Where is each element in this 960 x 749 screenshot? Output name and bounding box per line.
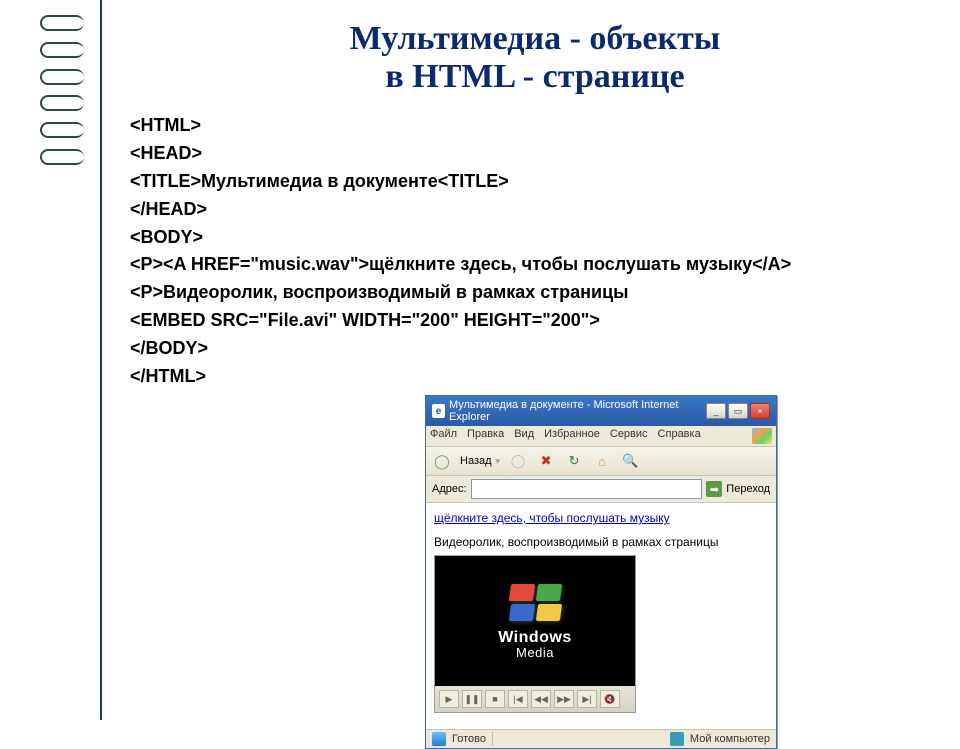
status-ready-text: Готово xyxy=(452,733,486,745)
menu-tools[interactable]: Сервис xyxy=(610,428,648,444)
title-line-2: в HTML - странице xyxy=(385,58,684,95)
pause-button[interactable]: ❚❚ xyxy=(462,690,482,708)
ie-titlebar[interactable]: e Мультимедиа в документе - Microsoft In… xyxy=(426,396,776,426)
status-zone-text: Мой компьютер xyxy=(690,733,770,745)
menu-edit[interactable]: Правка xyxy=(467,428,504,444)
wm-brand: Windows xyxy=(498,629,572,646)
dropdown-icon[interactable]: ▾ xyxy=(496,456,501,467)
go-label[interactable]: Переход xyxy=(726,483,770,495)
code-line: <TITLE>Мультимедиа в документе<TITLE> xyxy=(130,168,830,196)
stop-media-button[interactable]: ■ xyxy=(485,690,505,708)
wm-brand-sub: Media xyxy=(498,646,572,659)
code-line: <BODY> xyxy=(130,224,830,252)
status-ready-icon xyxy=(432,732,446,746)
ie-browser-window: e Мультимедиа в документе - Microsoft In… xyxy=(425,395,777,749)
address-input[interactable] xyxy=(471,479,703,499)
go-button-icon[interactable]: ➡ xyxy=(706,481,722,497)
stop-button[interactable]: ✖ xyxy=(536,451,556,471)
ie-page-content: щёлкните здесь, чтобы послушать музыку В… xyxy=(426,503,776,729)
address-label: Адрес: xyxy=(432,483,467,495)
ie-address-bar: Адрес: ➡ Переход xyxy=(426,476,776,503)
video-caption: Видеоролик, воспроизводимый в рамках стр… xyxy=(434,535,768,549)
refresh-button[interactable]: ↻ xyxy=(564,451,584,471)
close-button[interactable]: × xyxy=(750,403,770,419)
rewind-button[interactable]: ◀◀ xyxy=(531,690,551,708)
code-line: </HTML> xyxy=(130,363,830,391)
title-line-1: Мультимедиа - объекты xyxy=(350,20,721,57)
margin-rule xyxy=(100,0,102,720)
back-label[interactable]: Назад xyxy=(460,455,492,467)
back-button[interactable]: ◯ xyxy=(432,451,452,471)
next-button[interactable]: ▶| xyxy=(577,690,597,708)
html-code-listing: <HTML> <HEAD> <TITLE>Мультимедиа в докум… xyxy=(130,112,830,391)
ie-menubar: Файл Правка Вид Избранное Сервис Справка xyxy=(426,426,776,447)
minimize-button[interactable]: _ xyxy=(706,403,726,419)
music-link[interactable]: щёлкните здесь, чтобы послушать музыку xyxy=(434,511,768,525)
prev-button[interactable]: |◀ xyxy=(508,690,528,708)
code-line: <HEAD> xyxy=(130,140,830,168)
windows-media-embed: Windows Media ▶ ❚❚ ■ |◀ ◀◀ ▶▶ ▶| 🔇 xyxy=(434,555,636,713)
windows-logo-icon xyxy=(752,428,772,444)
ie-toolbar: ◯ Назад ▾ ◯ ✖ ↻ ⌂ 🔍 xyxy=(426,447,776,476)
code-line: <P>Видеоролик, воспроизводимый в рамках … xyxy=(130,279,830,307)
mute-button[interactable]: 🔇 xyxy=(600,690,620,708)
menu-favorites[interactable]: Избранное xyxy=(544,428,600,444)
ie-window-title: Мультимедиа в документе - Microsoft Inte… xyxy=(449,399,702,423)
play-button[interactable]: ▶ xyxy=(439,690,459,708)
menu-view[interactable]: Вид xyxy=(514,428,534,444)
code-line: <HTML> xyxy=(130,112,830,140)
code-line: <EMBED SRC="File.avi" WIDTH="200" HEIGHT… xyxy=(130,307,830,335)
forward-button[interactable]: ◯ xyxy=(508,451,528,471)
spiral-binding xyxy=(30,0,90,180)
home-button[interactable]: ⌂ xyxy=(592,451,612,471)
wm-controls: ▶ ❚❚ ■ |◀ ◀◀ ▶▶ ▶| 🔇 xyxy=(435,686,635,712)
search-button[interactable]: 🔍 xyxy=(620,451,640,471)
maximize-button[interactable]: ▭ xyxy=(728,403,748,419)
code-line: <P><A HREF="music.wav">щёлкните здесь, ч… xyxy=(130,251,830,279)
zone-computer-icon xyxy=(670,732,684,746)
menu-help[interactable]: Справка xyxy=(658,428,701,444)
menu-file[interactable]: Файл xyxy=(430,428,457,444)
ie-status-bar: Готово Мой компьютер xyxy=(426,729,776,748)
windows-flag-icon xyxy=(507,584,563,624)
ie-app-icon: e xyxy=(432,404,445,418)
code-line: </HEAD> xyxy=(130,196,830,224)
wm-logo-area: Windows Media xyxy=(435,556,635,686)
code-line: </BODY> xyxy=(130,335,830,363)
forward-media-button[interactable]: ▶▶ xyxy=(554,690,574,708)
slide-title: Мультимедиа - объекты в HTML - странице xyxy=(130,20,940,96)
